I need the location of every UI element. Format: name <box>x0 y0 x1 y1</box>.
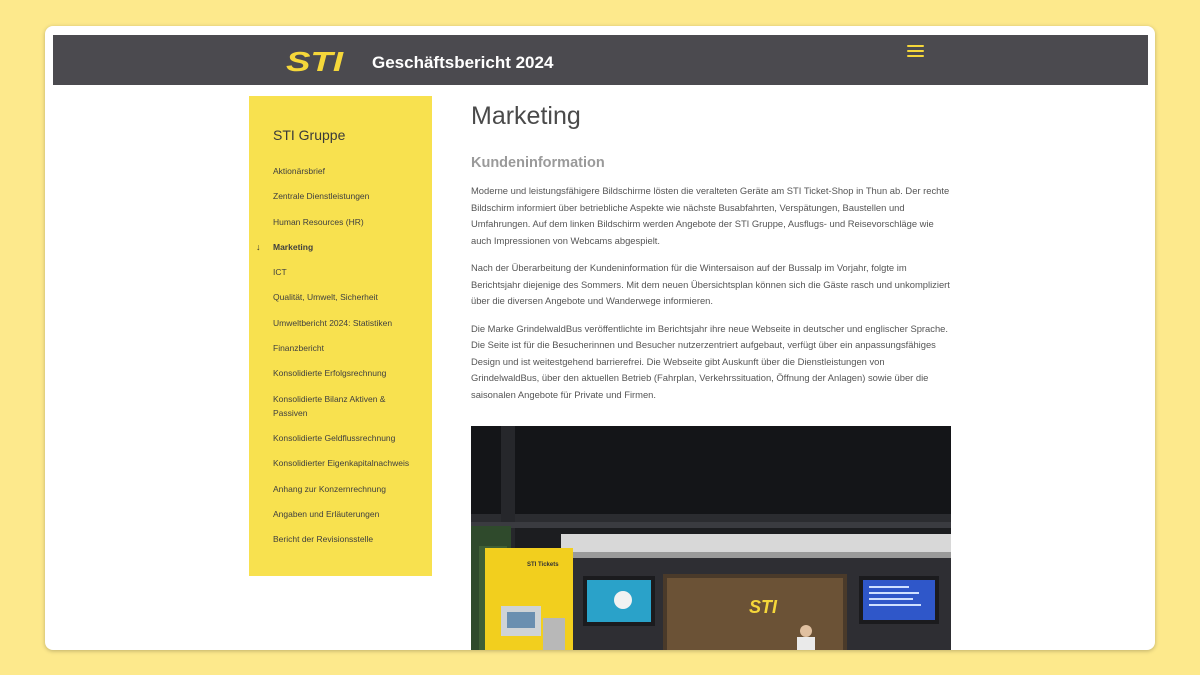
sidebar-item[interactable]: Bericht der Revisionsstelle <box>249 532 432 546</box>
page-title: Marketing <box>471 102 581 130</box>
sidebar-item[interactable]: ICT <box>249 265 432 279</box>
sidebar-item-label: Angaben und Erläuterungen <box>273 508 380 519</box>
sidebar-item[interactable]: Konsolidierte Bilanz Aktiven & Passiven <box>249 392 432 420</box>
sidebar-item[interactable]: Aktionärsbrief <box>249 164 432 178</box>
browser-viewport: STI Geschäftsbericht 2024 STI Gruppe Akt… <box>45 26 1155 650</box>
sidebar-item-label: Human Resources (HR) <box>273 216 364 227</box>
sidebar-item[interactable]: Angaben und Erläuterungen <box>249 507 432 521</box>
site-title[interactable]: Geschäftsbericht 2024 <box>372 53 553 73</box>
svg-text:STI Tickets: STI Tickets <box>527 562 559 568</box>
sidebar-item[interactable]: Human Resources (HR) <box>249 215 432 229</box>
sidebar-item-label: Bericht der Revisionsstelle <box>273 534 374 545</box>
svg-text:STI: STI <box>286 48 344 74</box>
sidebar-item-label: Konsolidierte Geldflussrechnung <box>273 432 396 443</box>
sidebar-item-label: ICT <box>273 267 287 278</box>
sidebar-item[interactable]: Konsolidierte Geldflussrechnung <box>249 431 432 445</box>
hamburger-icon[interactable] <box>907 45 924 59</box>
sidebar-item-label: Umweltbericht 2024: Statistiken <box>273 317 393 328</box>
sidebar-item[interactable]: ↓ Marketing <box>249 240 432 254</box>
sidebar-item-label: Konsolidierte Bilanz Aktiven & Passiven <box>273 393 386 418</box>
paragraph: Die Marke GrindelwaldBus veröffentlichte… <box>471 322 948 400</box>
sidebar-item[interactable]: Umweltbericht 2024: Statistiken <box>249 316 432 330</box>
sidebar-heading[interactable]: STI Gruppe <box>273 127 345 143</box>
paragraph: Moderne und leistungsfähigere Bildschirm… <box>471 185 950 246</box>
sidebar-item[interactable]: Konsolidierte Erfolgsrechnung <box>249 366 432 380</box>
sidebar-item-label: Marketing <box>273 241 314 252</box>
sidebar-item-label: Aktionärsbrief <box>273 166 325 176</box>
sidebar-item[interactable]: Konsolidierter Eigenkapitalnachweis <box>249 456 432 470</box>
sidebar-item-label: Qualität, Umwelt, Sicherheit <box>273 292 378 303</box>
sidebar-item-label: Finanzbericht <box>273 343 325 354</box>
sidebar-item-label: Zentrale Dienstleistungen <box>273 191 370 202</box>
sidebar-item[interactable]: Finanzbericht <box>249 341 432 355</box>
ticket-shop-photo: STI STI Tickets <box>471 426 951 650</box>
arrow-down-icon: ↓ <box>256 241 261 252</box>
svg-text:STI: STI <box>749 597 778 617</box>
sidebar-item-label: Konsolidierte Erfolgsrechnung <box>273 368 387 379</box>
site-header: STI Geschäftsbericht 2024 <box>53 35 1148 85</box>
paragraph: Nach der Überarbeitung der Kundeninforma… <box>471 262 950 306</box>
sidebar-item-label: Anhang zur Konzernrechnung <box>273 483 386 494</box>
section-title: Kundeninformation <box>471 155 605 171</box>
ticket-shop-illustration: STI STI Tickets <box>471 426 951 650</box>
main-content: Marketing Kundeninformation Moderne und … <box>471 96 953 414</box>
sidebar-item[interactable]: Zentrale Dienstleistungen <box>249 189 432 203</box>
sidebar-item-label: Konsolidierter Eigenkapitalnachweis <box>273 458 410 469</box>
sidebar-menu: Aktionärsbrief Zentrale Dienstleistungen H… <box>249 164 432 557</box>
sidebar-nav: STI Gruppe Aktionärsbrief Zentrale Dienst… <box>249 96 432 576</box>
sti-logo[interactable]: STI <box>286 48 344 74</box>
sidebar-item[interactable]: Anhang zur Konzernrechnung <box>249 482 432 496</box>
sidebar-item[interactable]: Qualität, Umwelt, Sicherheit <box>249 290 432 304</box>
